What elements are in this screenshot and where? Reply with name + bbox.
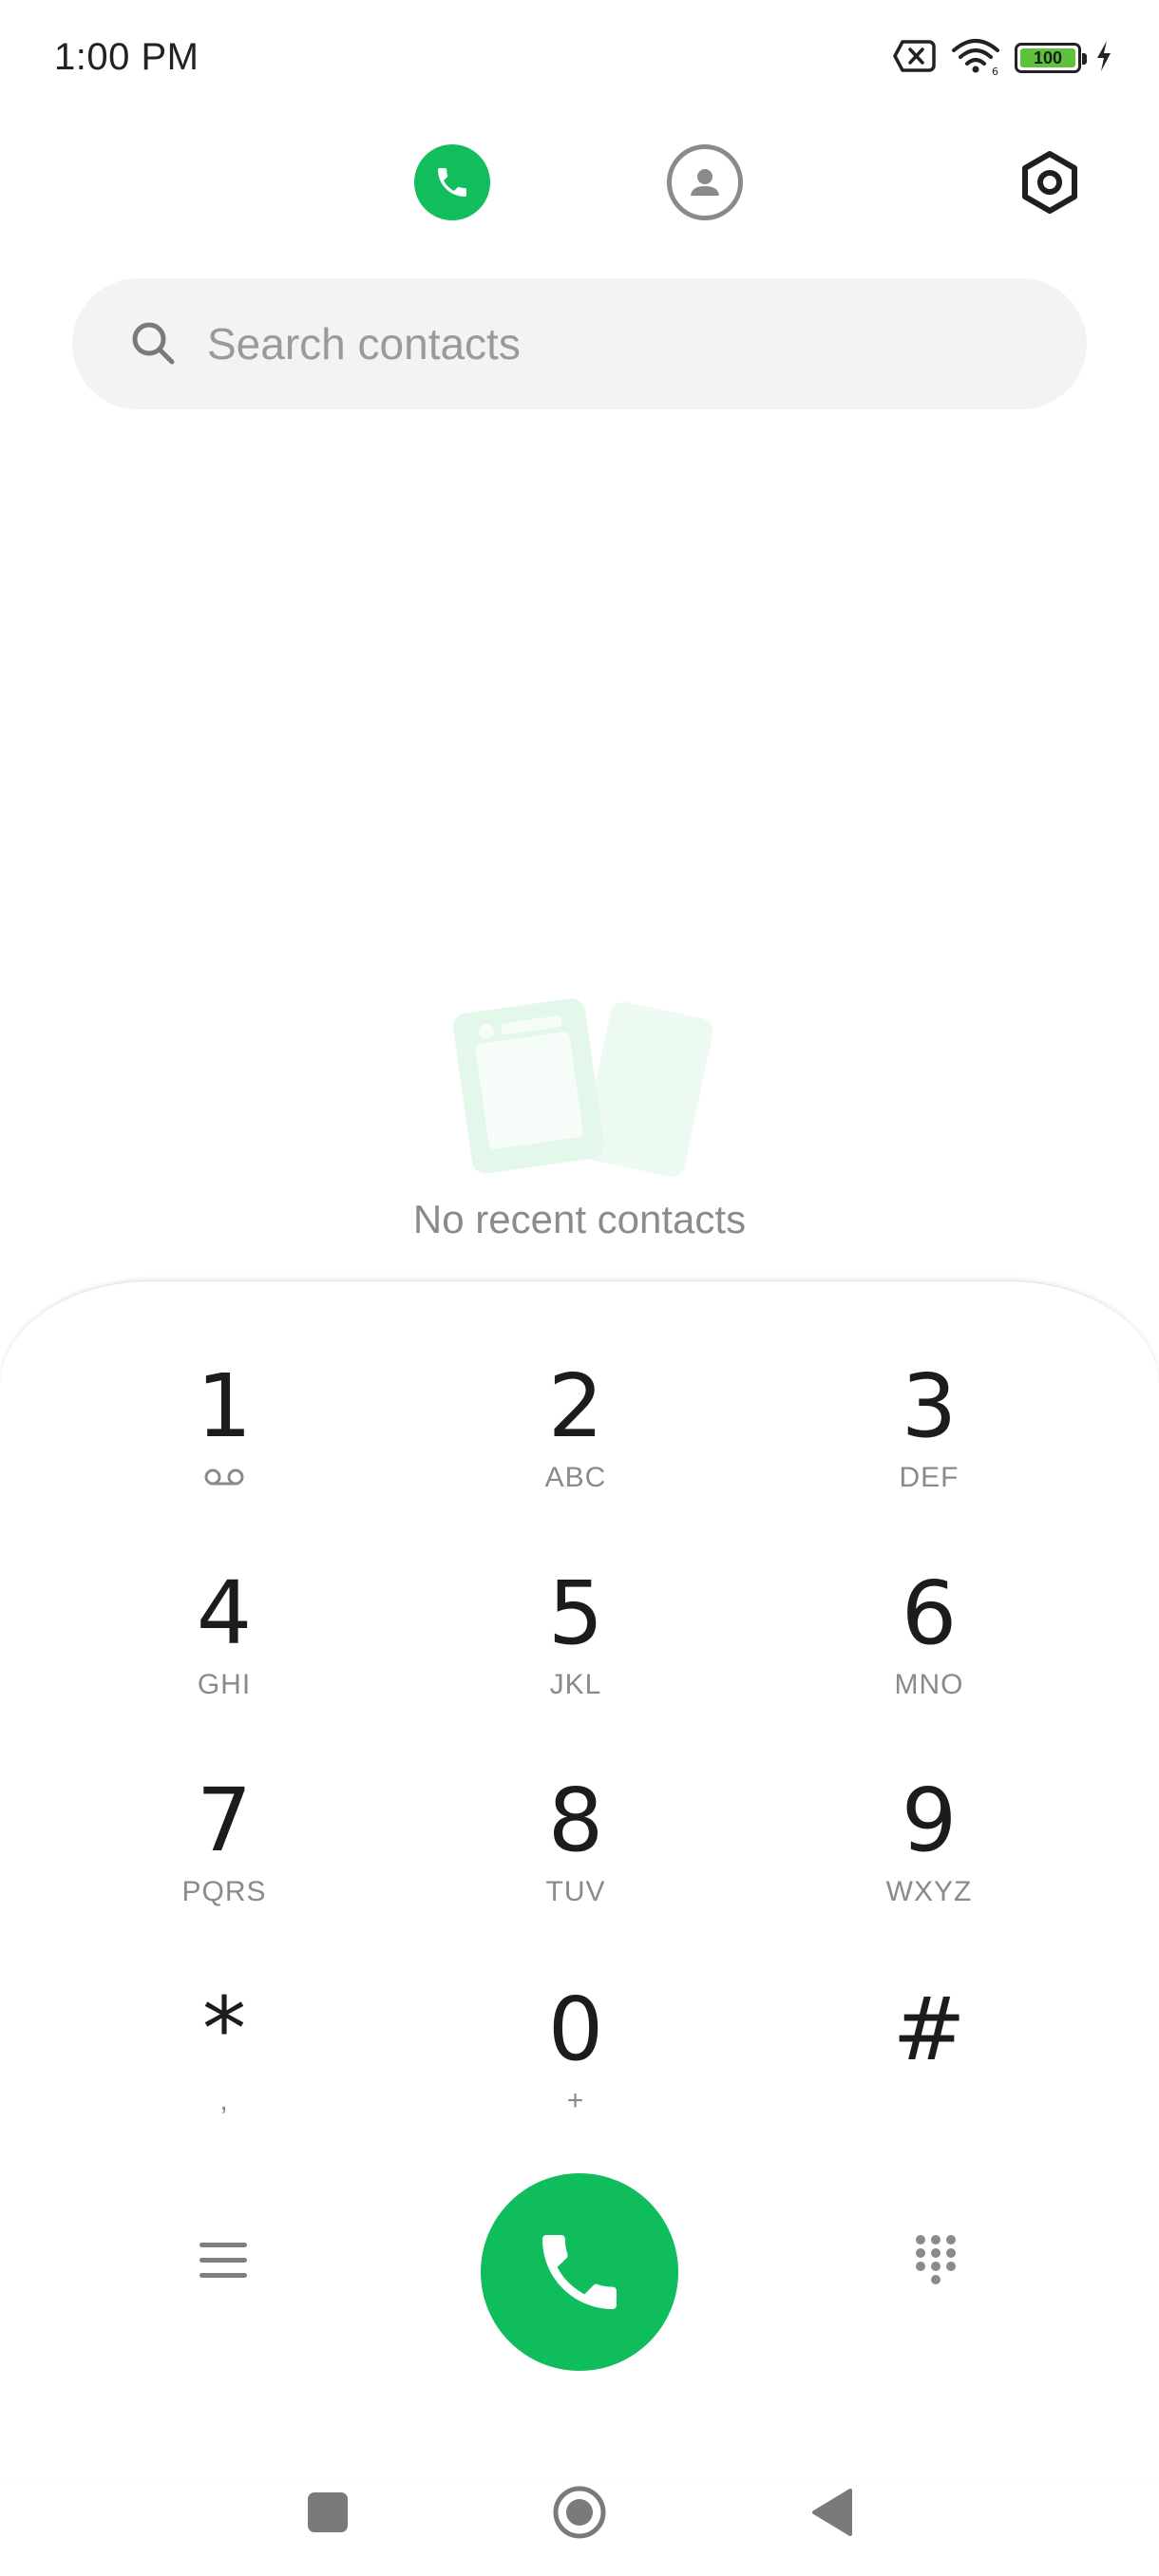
dialpad-key-5[interactable]: 5 JKL [452, 1566, 699, 1747]
dialpad-icon [916, 2235, 956, 2284]
dialpad-key-3[interactable]: 3 DEF [806, 1359, 1053, 1540]
phone-icon [542, 2235, 617, 2309]
key-digit: 2 [547, 1355, 604, 1457]
search-icon [132, 322, 175, 365]
phone-icon [438, 168, 466, 197]
square-icon [308, 2492, 348, 2532]
menu-icon [200, 2243, 247, 2278]
key-letters: ABC [544, 1462, 607, 1493]
tab-recents[interactable] [414, 144, 490, 220]
key-letters: JKL [549, 1669, 602, 1700]
call-button[interactable] [481, 2173, 678, 2371]
empty-recents-illustration [453, 998, 713, 1177]
battery-icon: 100 [1015, 43, 1087, 73]
gear-icon [1022, 151, 1077, 214]
key-letters: GHI [197, 1669, 252, 1700]
dialpad-key-star[interactable]: * , [101, 1982, 348, 2163]
home-circle-icon [553, 2486, 606, 2539]
nav-back-button[interactable] [798, 2479, 864, 2546]
key-digit: * [202, 1979, 246, 2080]
dialpad-key-0[interactable]: 0 + [452, 1982, 699, 2163]
key-letters: , [219, 2085, 229, 2116]
tab-contacts[interactable] [667, 144, 743, 220]
key-letters: DEF [899, 1462, 960, 1493]
key-digit: 8 [547, 1770, 604, 1871]
dialpad-key-8[interactable]: 8 TUV [452, 1773, 699, 1954]
key-letters: PQRS [181, 1876, 267, 1907]
key-digit: 7 [196, 1770, 253, 1871]
key-letters: TUV [545, 1876, 606, 1907]
nav-recents-button[interactable] [294, 2479, 361, 2546]
search-input[interactable] [207, 318, 1024, 369]
svg-text:6: 6 [992, 66, 998, 75]
no-sim-icon [893, 39, 937, 78]
dialer-screen: 1:00 PM 6 100 Search contacts No recent … [0, 0, 1159, 2576]
key-digit: 5 [547, 1563, 604, 1664]
dialpad-key-4[interactable]: 4 GHI [101, 1566, 348, 1747]
dialpad-key-2[interactable]: 2 ABC [452, 1359, 699, 1540]
key-digit: 1 [196, 1355, 253, 1457]
dialpad-key-9[interactable]: 9 WXYZ [806, 1773, 1053, 1954]
empty-state-message: No recent contacts [412, 1197, 747, 1241]
key-letters: WXYZ [885, 1876, 973, 1907]
back-triangle-icon [812, 2489, 852, 2536]
battery-level: 100 [1020, 48, 1075, 67]
key-digit: 3 [901, 1355, 958, 1457]
contact-icon [691, 169, 719, 196]
settings-button[interactable] [1012, 144, 1088, 220]
voicemail-icon [204, 1468, 244, 1486]
charging-icon [1094, 40, 1113, 77]
status-bar: 1:00 PM 6 100 [0, 0, 1159, 114]
key-letters: + [566, 2085, 585, 2116]
nav-home-button[interactable] [546, 2479, 613, 2546]
menu-button[interactable] [185, 2223, 261, 2299]
key-letters: MNO [894, 1669, 964, 1700]
status-time: 1:00 PM [54, 36, 200, 78]
key-digit: 0 [547, 1979, 604, 2080]
dialpad-key-7[interactable]: 7 PQRS [101, 1773, 348, 1954]
dialpad-key-1[interactable]: 1 [101, 1359, 348, 1540]
status-icons: 6 100 [893, 34, 1113, 82]
key-digit: 6 [901, 1563, 958, 1664]
key-digit: # [892, 1979, 966, 2080]
dialpad-key-6[interactable]: 6 MNO [806, 1566, 1053, 1747]
key-digit: 9 [901, 1770, 958, 1871]
key-digit: 4 [196, 1563, 253, 1664]
dialpad-toggle-button[interactable] [898, 2223, 974, 2299]
search-bar[interactable] [72, 278, 1087, 409]
dialpad-key-hash[interactable]: # [806, 1982, 1053, 2163]
wifi-icon: 6 [950, 37, 1001, 80]
